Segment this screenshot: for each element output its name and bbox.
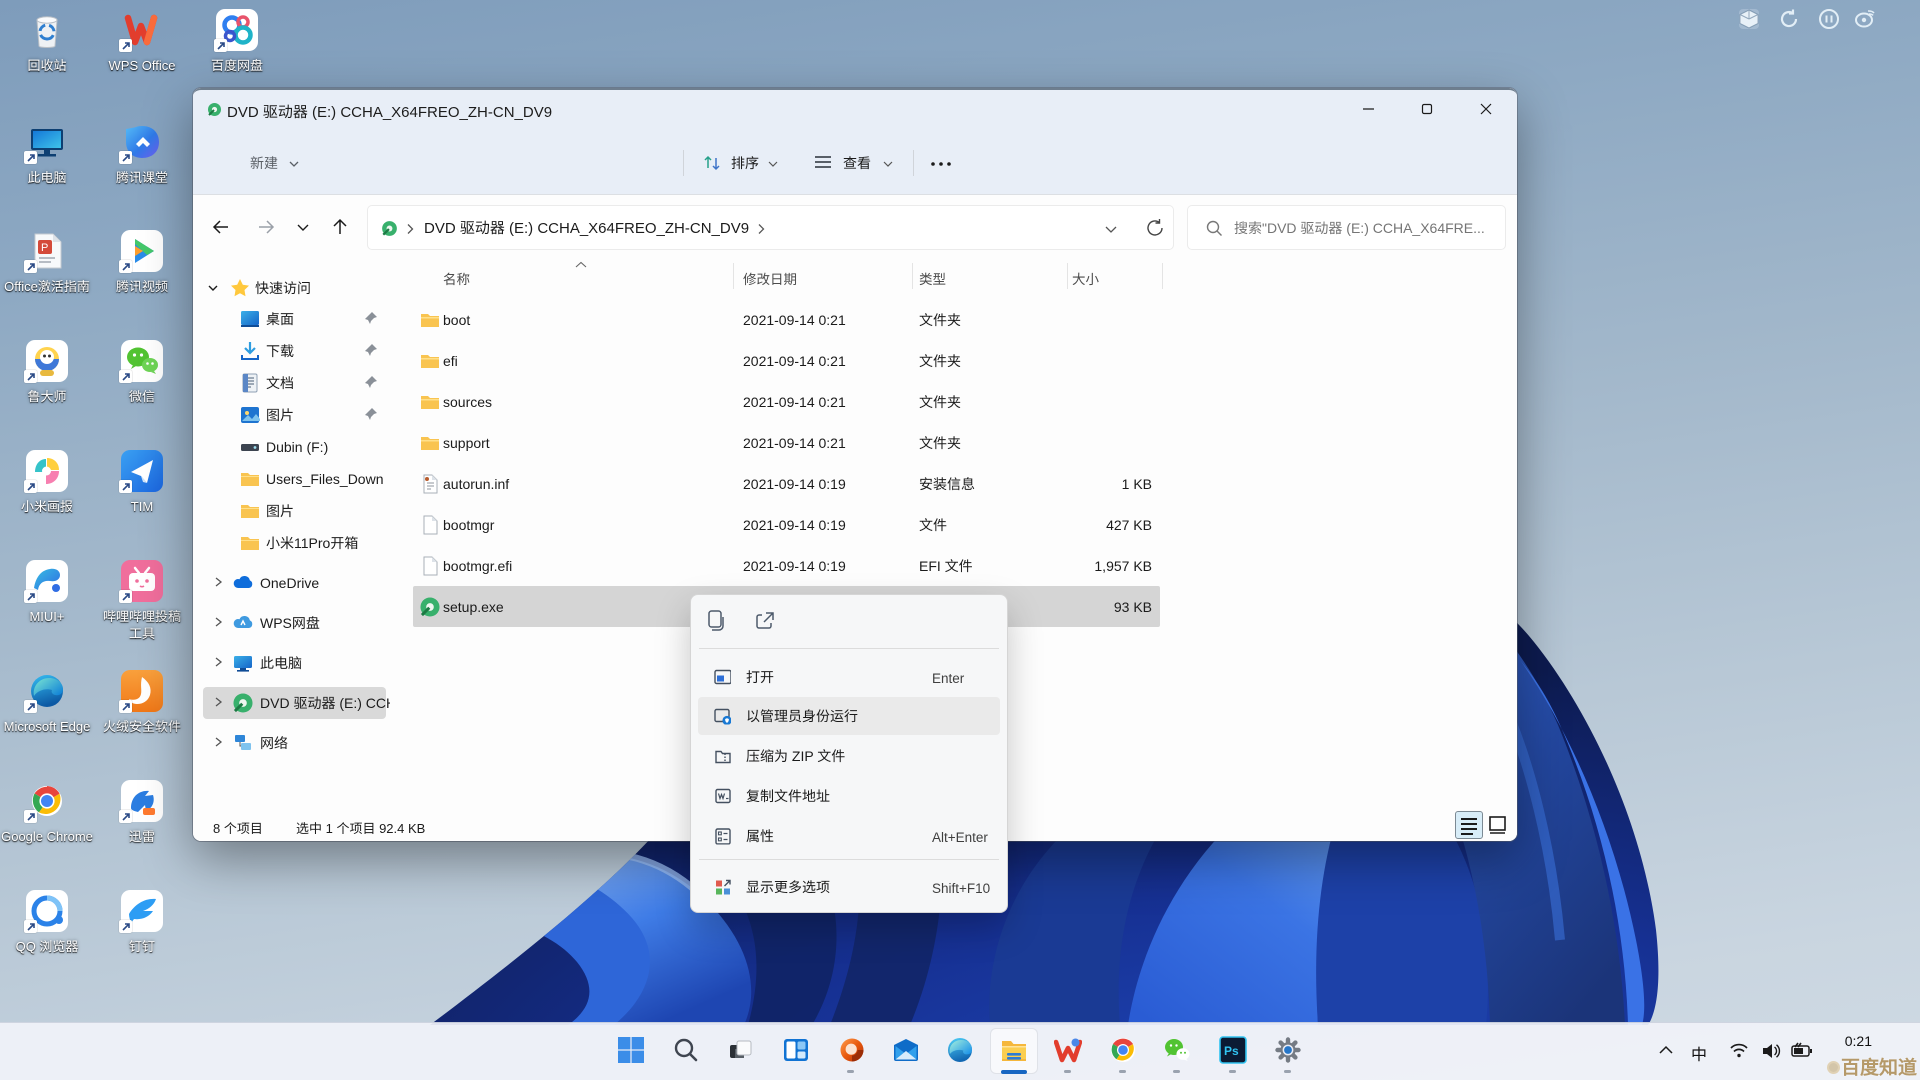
svg-text:P: P (41, 242, 48, 254)
svg-text:Ps: Ps (1224, 1044, 1239, 1058)
